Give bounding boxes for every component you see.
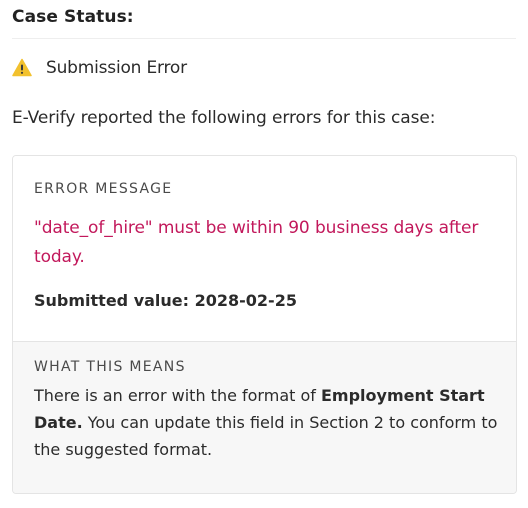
status-row: Submission Error [12,56,187,80]
intro-text: E-Verify reported the following errors f… [12,108,436,128]
case-status-heading: Case Status: [12,7,134,27]
meaning-text-after: You can update this field in Section 2 t… [34,413,498,459]
divider [12,38,516,39]
error-card: ERROR MESSAGE "date_of_hire" must be wit… [12,155,517,494]
warning-icon [12,58,32,78]
error-section: ERROR MESSAGE "date_of_hire" must be wit… [13,156,516,341]
submitted-value: Submitted value: 2028-02-25 [34,291,297,310]
error-message-label: ERROR MESSAGE [34,181,173,197]
what-this-means-label: WHAT THIS MEANS [34,359,186,375]
meaning-section: WHAT THIS MEANS There is an error with t… [13,341,516,493]
case-status-panel: Case Status: Submission Error E-Verify r… [0,0,528,508]
status-text: Submission Error [46,58,187,78]
meaning-text-before: There is an error with the format of [34,386,321,405]
what-this-means-text: There is an error with the format of Emp… [34,382,499,463]
error-message-text: "date_of_hire" must be within 90 busines… [34,218,479,267]
